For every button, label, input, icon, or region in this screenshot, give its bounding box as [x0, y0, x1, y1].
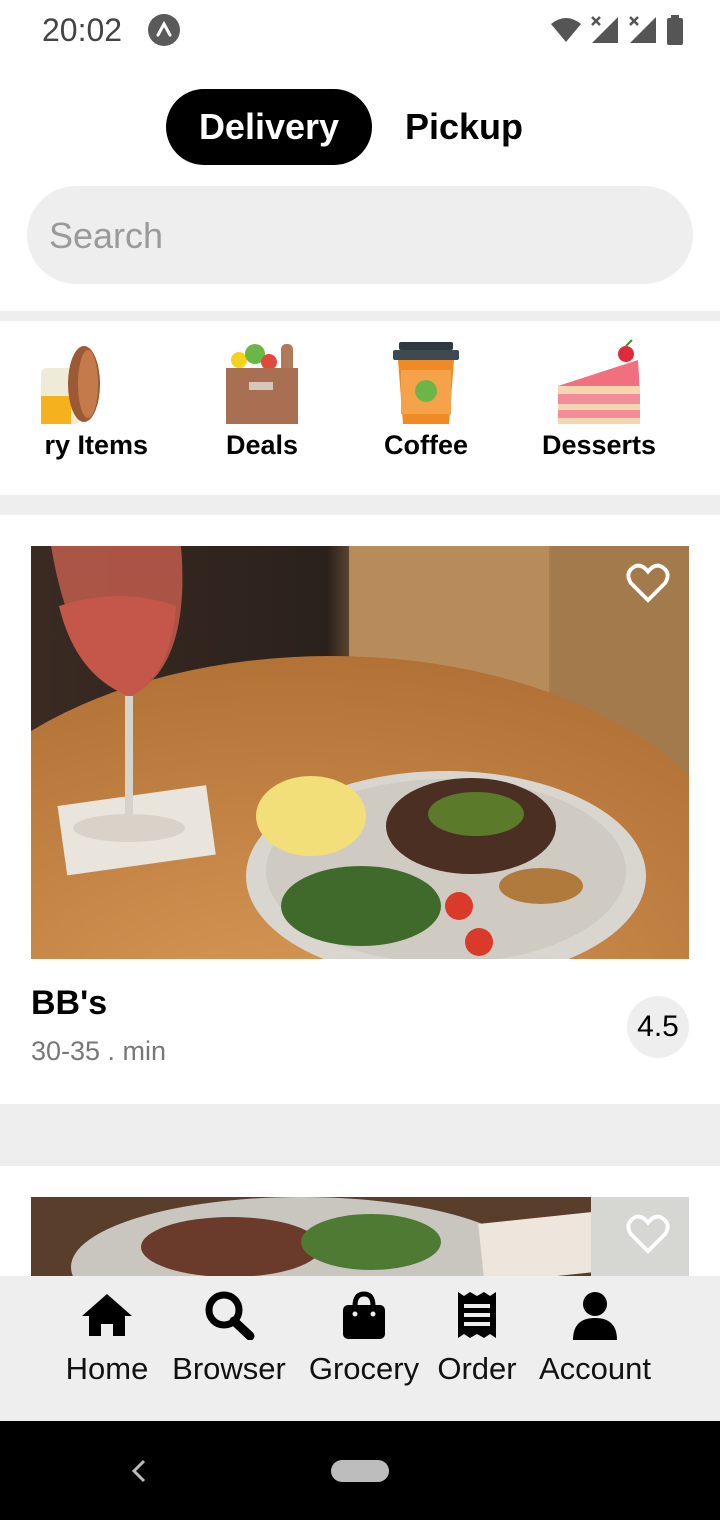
coffee-cup-icon [393, 342, 459, 424]
divider [0, 495, 720, 515]
bottom-navigation: Home Browser Grocery Order Account [0, 1276, 720, 1421]
nav-browser[interactable]: Browser [162, 1290, 296, 1387]
favorite-heart-icon[interactable] [625, 1213, 671, 1255]
category-label: Deals [225, 430, 299, 460]
nav-label: Grocery [308, 1351, 420, 1386]
category-coffee[interactable]: Coffee [341, 338, 511, 468]
home-icon [82, 1294, 132, 1336]
category-label: Coffee [383, 430, 468, 460]
app-notification-icon [148, 14, 180, 46]
category-desserts[interactable]: Desserts [514, 338, 684, 468]
grocery-bag-icon [226, 344, 298, 424]
rating-badge: 4.5 [627, 996, 689, 1058]
home-pill[interactable] [331, 1460, 389, 1482]
restaurant-name[interactable]: BB's [31, 984, 107, 1023]
wifi-icon [551, 18, 581, 42]
delivery-time: 30-35 . min [31, 1036, 167, 1066]
search-bar[interactable] [27, 186, 693, 286]
shopping-bag-icon [343, 1291, 385, 1339]
nav-label: Account [538, 1351, 651, 1386]
bakery-icon [41, 346, 100, 424]
nav-label: Browser [172, 1351, 286, 1386]
divider [0, 1104, 720, 1166]
nav-account[interactable]: Account [528, 1290, 662, 1387]
food-image [31, 546, 689, 959]
nav-label: Home [65, 1351, 149, 1386]
user-icon [573, 1292, 617, 1340]
nav-order[interactable]: Order [432, 1290, 522, 1387]
system-navigation-bar [0, 1421, 720, 1520]
nav-home[interactable]: Home [54, 1290, 160, 1387]
status-time: 20:02 [42, 12, 123, 48]
battery-icon [667, 15, 683, 45]
divider [0, 311, 720, 321]
favorite-heart-icon[interactable] [625, 562, 671, 604]
back-icon[interactable] [128, 1457, 150, 1485]
receipt-icon [458, 1292, 496, 1338]
restaurant-photo[interactable] [31, 546, 689, 959]
restaurant-photo[interactable] [31, 1197, 689, 1277]
category-deals[interactable]: Deals [177, 338, 347, 468]
signal-icon [591, 16, 618, 43]
status-icons [550, 12, 684, 48]
pickup-tab[interactable]: Pickup [386, 89, 542, 165]
nav-label: Order [437, 1351, 517, 1386]
category-label: Desserts [541, 430, 657, 460]
cake-icon [558, 339, 640, 424]
nav-grocery[interactable]: Grocery [302, 1290, 426, 1387]
search-input[interactable] [47, 186, 671, 286]
search-icon [205, 1291, 255, 1341]
category-label: ry Items [44, 430, 148, 460]
signal-icon-2 [629, 16, 656, 43]
food-image [31, 1197, 689, 1277]
category-bakery[interactable]: ry Items [8, 338, 178, 468]
delivery-tab[interactable]: Delivery [166, 89, 372, 165]
